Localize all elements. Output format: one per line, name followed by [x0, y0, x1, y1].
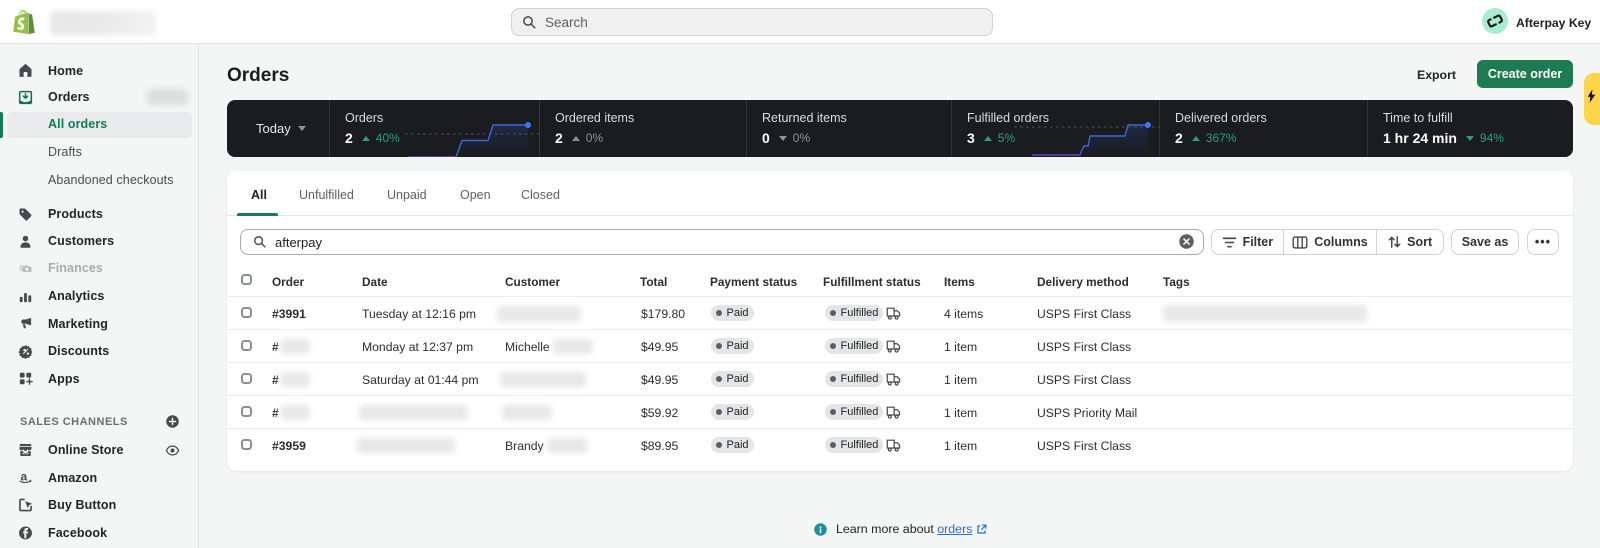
svg-text:a: a	[21, 469, 28, 483]
